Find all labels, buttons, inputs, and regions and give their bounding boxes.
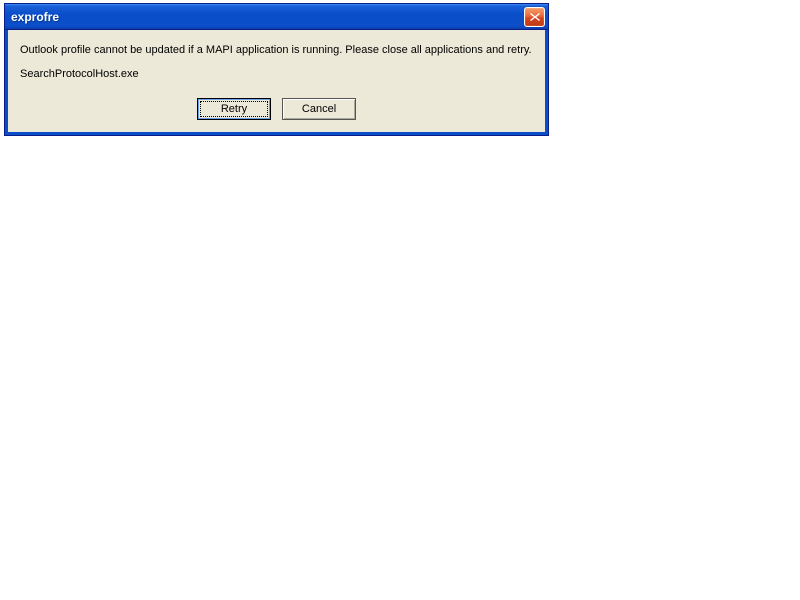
dialog-client-area: Outlook profile cannot be updated if a M… xyxy=(5,30,548,135)
process-name-text: SearchProtocolHost.exe xyxy=(20,68,533,80)
message-text: Outlook profile cannot be updated if a M… xyxy=(20,44,533,56)
titlebar[interactable]: exprofre xyxy=(5,4,548,30)
retry-button[interactable]: Retry xyxy=(197,98,271,120)
close-button[interactable] xyxy=(524,7,545,27)
close-icon xyxy=(529,12,541,22)
titlebar-title: exprofre xyxy=(11,10,59,24)
button-row: Retry Cancel xyxy=(20,98,533,120)
exprofre-dialog: exprofre Outlook profile cannot be updat… xyxy=(4,3,549,136)
cancel-button[interactable]: Cancel xyxy=(282,98,356,120)
